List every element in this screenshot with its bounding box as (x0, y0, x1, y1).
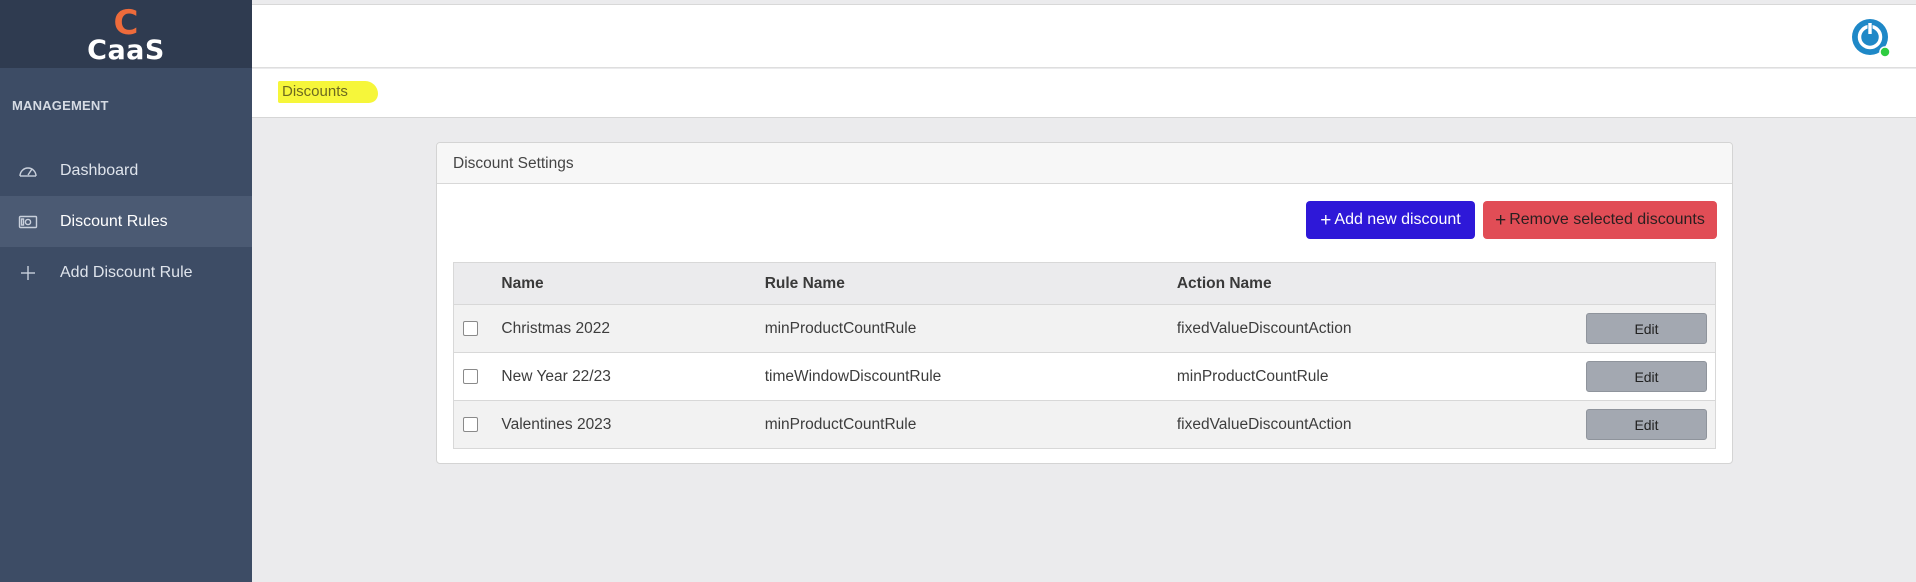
edit-button[interactable]: Edit (1586, 313, 1707, 344)
table-row: New Year 22/23 timeWindowDiscountRule mi… (453, 352, 1716, 401)
table-header-row: Name Rule Name Action Name (453, 262, 1716, 305)
discounts-table: Name Rule Name Action Name Christmas 202… (453, 262, 1716, 449)
online-status-dot (1879, 46, 1891, 58)
table-row: Christmas 2022 minProductCountRule fixed… (453, 304, 1716, 353)
card-title: Discount Settings (437, 143, 1732, 184)
header-select (453, 262, 502, 305)
column-header-action-name: Action Name (1176, 262, 1586, 305)
card-actions: + Add new discount + Remove selected dis… (1306, 201, 1717, 239)
cell-action-name: minProductCountRule (1176, 352, 1586, 401)
cell-name: New Year 22/23 (501, 352, 765, 401)
column-header-name: Name (501, 262, 765, 305)
sidebar-section-title: MANAGEMENT (12, 98, 109, 113)
gauge-icon (16, 161, 40, 181)
breadcrumb: Discounts (252, 69, 1916, 118)
plus-icon (16, 263, 40, 283)
power-icon[interactable] (1850, 17, 1891, 58)
plus-icon: + (1320, 209, 1332, 231)
header-edit (1586, 262, 1716, 305)
cell-action-name: fixedValueDiscountAction (1176, 304, 1586, 353)
row-checkbox[interactable] (463, 417, 478, 432)
cell-action-name: fixedValueDiscountAction (1176, 400, 1586, 449)
sidebar-item-dashboard[interactable]: Dashboard (0, 145, 252, 196)
logo-text: CaaS (87, 35, 165, 66)
row-checkbox[interactable] (463, 321, 478, 336)
cell-name: Christmas 2022 (501, 304, 765, 353)
plus-icon: + (1495, 209, 1507, 231)
cell-rule-name: timeWindowDiscountRule (764, 352, 1177, 401)
sidebar-item-label: Dashboard (60, 161, 139, 179)
sidebar-item-add-discount-rule[interactable]: Add Discount Rule (0, 247, 252, 298)
cell-rule-name: minProductCountRule (764, 304, 1177, 353)
sidebar-item-label: Add Discount Rule (60, 263, 193, 281)
sidebar: C CaaS MANAGEMENT Dashboard Discount Rul… (0, 0, 252, 582)
cell-rule-name: minProductCountRule (764, 400, 1177, 449)
add-discount-label: Add new discount (1334, 211, 1461, 228)
remove-discounts-label: Remove selected discounts (1509, 211, 1705, 228)
brand-logo[interactable]: C CaaS (0, 0, 252, 68)
cell-name: Valentines 2023 (501, 400, 765, 449)
add-discount-button[interactable]: + Add new discount (1306, 201, 1475, 239)
sidebar-item-label: Discount Rules (60, 212, 168, 230)
discount-settings-card: Discount Settings + Add new discount + R… (436, 142, 1733, 464)
logo-mark: C (113, 3, 139, 43)
remove-discounts-button[interactable]: + Remove selected discounts (1483, 201, 1717, 239)
table-row: Valentines 2023 minProductCountRule fixe… (453, 400, 1716, 449)
edit-button[interactable]: Edit (1586, 361, 1707, 392)
edit-button[interactable]: Edit (1586, 409, 1707, 440)
breadcrumb-discounts[interactable]: Discounts (278, 81, 378, 103)
top-header (252, 4, 1916, 68)
sidebar-item-discount-rules[interactable]: Discount Rules (0, 196, 252, 247)
row-checkbox[interactable] (463, 369, 478, 384)
money-icon (16, 212, 40, 232)
column-header-rule-name: Rule Name (764, 262, 1177, 305)
